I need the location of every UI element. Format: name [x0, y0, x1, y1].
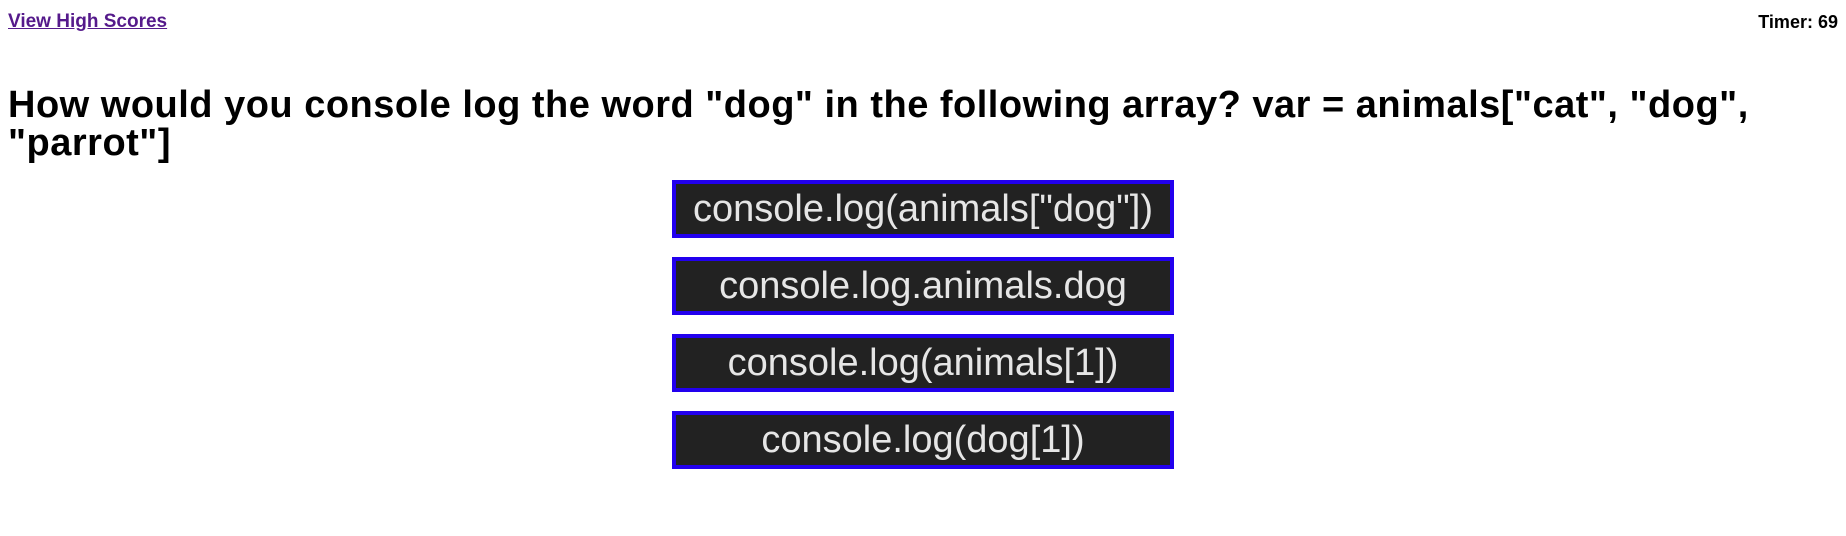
answer-button-4[interactable]: console.log(dog[1]) [672, 411, 1174, 469]
answer-choices: console.log(animals["dog"]) console.log.… [0, 180, 1846, 469]
answer-button-3[interactable]: console.log(animals[1]) [672, 334, 1174, 392]
answer-button-1[interactable]: console.log(animals["dog"]) [672, 180, 1174, 238]
timer: Timer: 69 [1758, 12, 1838, 33]
answer-button-2[interactable]: console.log.animals.dog [672, 257, 1174, 315]
timer-value: 69 [1817, 12, 1838, 32]
top-bar: View High Scores Timer: 69 [0, 0, 1846, 44]
view-high-scores-link[interactable]: View High Scores [8, 11, 167, 33]
quiz-page: View High Scores Timer: 69 How would you… [0, 0, 1846, 536]
question-text: How would you console log the word "dog"… [8, 84, 1749, 164]
timer-label: Timer: [1758, 12, 1813, 32]
